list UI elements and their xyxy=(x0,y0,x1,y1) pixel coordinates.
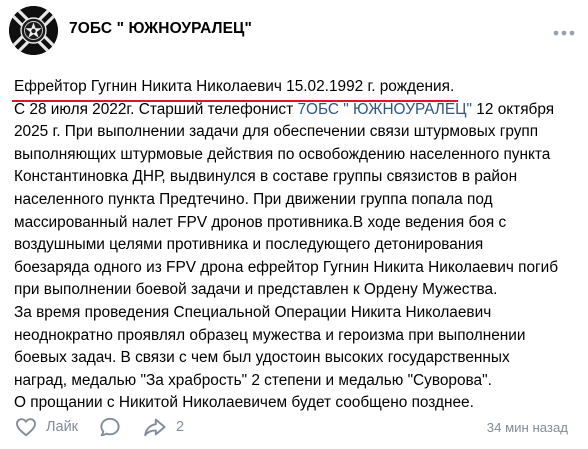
text-line: За время проведения Специальной Операции… xyxy=(14,303,492,321)
text-line: при выполнении боевой задачи и представл… xyxy=(14,281,498,299)
more-horizontal-icon xyxy=(553,30,575,36)
headline-text: Ефрейтор Гугнин Никита Николаевич 15.02.… xyxy=(14,78,455,95)
text-segment: С 28 июля 2022г. Старший телефонист xyxy=(14,100,298,118)
text-line: Ефрейтор Гугнин Никита Николаевич 15.02.… xyxy=(12,76,580,102)
military-emblem-icon xyxy=(9,6,58,55)
post-header: 7ОБС " ЮЖНОУРАЛЕЦ" xyxy=(0,0,588,64)
avatar[interactable] xyxy=(9,6,58,55)
post-footer: Лайк 2 34 мин назад xyxy=(0,410,588,444)
text-line: Константиновка ДНР, выдвинулся в составе… xyxy=(14,168,518,186)
text-line: массированный налет FPV дронов противник… xyxy=(14,213,507,231)
comment-icon xyxy=(100,417,120,437)
heart-icon xyxy=(16,418,36,437)
text-line: 2025 г. При выполнении задачи для обеспе… xyxy=(14,123,539,141)
text-line: боевых задач. В связи с чем был удостоин… xyxy=(14,349,510,367)
text-segment: 12 октября xyxy=(472,100,555,118)
group-mention-link[interactable]: 7ОБС " ЮЖНОУРАЛЕЦ" xyxy=(297,101,472,118)
comment-button[interactable] xyxy=(98,414,122,440)
text-line: боезаряда одного из FPV дрона ефрейтор Г… xyxy=(14,258,559,276)
red-underline-annotation xyxy=(12,99,459,102)
text-line: неоднократно проявлял образец мужества и… xyxy=(14,326,526,344)
like-button[interactable]: Лайк xyxy=(14,414,78,440)
post-timestamp[interactable]: 34 мин назад xyxy=(487,420,568,435)
post-card: 7ОБС " ЮЖНОУРАЛЕЦ" Ефрейтор Гугнин Никит… xyxy=(0,0,588,449)
like-label: Лайк xyxy=(46,419,79,435)
text-line: воздушными целями противника и последующ… xyxy=(14,236,484,254)
text-line: наград, медалью "За храбрость" 2 степени… xyxy=(14,371,492,389)
share-icon xyxy=(144,418,166,437)
share-count: 2 xyxy=(176,419,185,435)
post-text: Ефрейтор Гугнин Никита Николаевич 15.02.… xyxy=(12,76,580,415)
post-headline: Ефрейтор Гугнин Никита Николаевич 15.02.… xyxy=(12,76,459,102)
text-line: населенного пункта Предтечино. При движе… xyxy=(14,190,493,208)
text-line: выполняющих штурмовые действия по освобо… xyxy=(14,145,551,163)
share-button[interactable]: 2 xyxy=(142,414,184,440)
group-name[interactable]: 7ОБС " ЮЖНОУРАЛЕЦ" xyxy=(69,20,252,38)
text-line: С 28 июля 2022г. Старший телефонист 7ОБС… xyxy=(14,99,580,122)
more-options-button[interactable] xyxy=(551,22,577,44)
